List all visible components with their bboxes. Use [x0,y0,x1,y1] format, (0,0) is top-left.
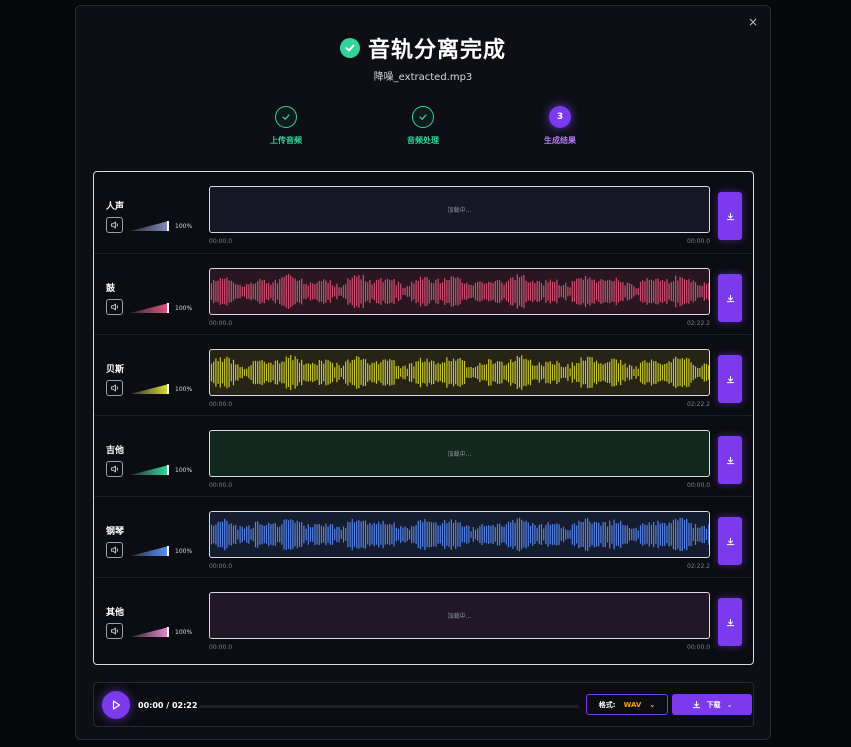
volume-value: 100% [175,629,193,636]
waveform[interactable] [209,511,710,558]
waveform[interactable] [209,268,710,315]
volume-slider[interactable] [130,465,170,475]
speaker-icon[interactable] [106,380,123,396]
download-track-button[interactable] [718,355,742,403]
speaker-icon[interactable] [106,461,123,477]
step-label: 上传音频 [270,136,302,145]
track-start-time: 00:00.0 [209,482,233,489]
track-start-time: 00:00.0 [209,563,233,570]
track-end-time: 00:00.0 [687,482,711,489]
volume-slider[interactable] [130,627,170,637]
download-icon [726,212,734,220]
step-label: 生成结果 [544,136,576,145]
check-icon [275,106,297,128]
waveform[interactable]: 加载中... [209,592,710,639]
track-name: 吉他 [106,446,125,456]
track-end-time: 02:22.2 [687,320,711,327]
playback-time: 00:00 / 02:22 [138,701,198,710]
volume-value: 100% [175,223,193,230]
download-label: 下载 [706,700,721,709]
format-value: WAV [623,700,642,709]
speaker-icon[interactable] [106,217,123,233]
chevron-down-icon: ⌄ [649,700,656,709]
step-process: 音频处理 [383,106,463,146]
waveform[interactable]: 加载中... [209,186,710,233]
track-row: 人声 100% 加载中... 00:00.0 00:00.0 [94,172,753,253]
file-name: 降噪_extracted.mp3 [373,72,473,83]
track-name: 其他 [106,608,125,618]
track-end-time: 00:00.0 [687,644,711,651]
track-list: 人声 100% 加载中... 00:00.0 00:00.0 鼓 100% 00:00.0 02… [93,171,754,665]
track-end-time: 00:00.0 [687,238,711,245]
track-start-time: 00:00.0 [209,238,233,245]
loading-text: 加载中... [447,451,472,458]
download-all-button[interactable]: 下载 ⌄ [672,694,752,715]
format-label: 格式: [598,700,616,709]
loading-text: 加载中... [447,207,472,214]
volume-value: 100% [175,467,193,474]
download-icon [692,700,700,709]
track-end-time: 02:22.2 [687,563,711,570]
download-track-button[interactable] [718,436,742,484]
close-icon[interactable]: × [746,15,760,29]
track-row: 贝斯 100% 00:00.0 02:22.2 [94,334,753,415]
download-icon [726,537,734,545]
chevron-down-icon: ⌄ [726,700,733,709]
track-start-time: 00:00.0 [209,320,233,327]
waveform-bars [210,274,709,309]
result-modal: × 音轨分离完成 降噪_extracted.mp3 上传音频 音频处理 3 生成… [75,5,771,740]
step-result: 3 生成结果 [520,106,600,146]
download-track-button[interactable] [718,274,742,322]
track-row: 鼓 100% 00:00.0 02:22.2 [94,253,753,334]
play-icon [112,700,121,710]
waveform[interactable]: 加载中... [209,430,710,477]
track-row: 吉他 100% 加载中... 00:00.0 00:00.0 [94,415,753,496]
volume-slider[interactable] [130,546,170,556]
volume-value: 100% [175,386,193,393]
download-track-button[interactable] [718,517,742,565]
track-row: 其他 100% 加载中... 00:00.0 00:00.0 [94,577,753,658]
track-name: 人声 [106,202,125,212]
volume-value: 100% [175,305,193,312]
play-button[interactable] [102,691,130,719]
waveform-bars [210,355,709,390]
track-name: 贝斯 [106,365,125,375]
download-track-button[interactable] [718,192,742,240]
step-number: 3 [549,106,571,128]
track-name: 鼓 [106,284,116,294]
track-row: 钢琴 100% 00:00.0 02:22.2 [94,496,753,577]
volume-slider[interactable] [130,221,170,231]
volume-slider[interactable] [130,303,170,313]
success-check-icon [339,38,360,58]
speaker-icon[interactable] [106,623,123,639]
loading-text: 加载中... [447,613,472,620]
volume-value: 100% [175,548,193,555]
waveform-bars [210,517,709,552]
track-start-time: 00:00.0 [209,644,233,651]
volume-slider[interactable] [130,384,170,394]
download-icon [726,294,734,302]
track-start-time: 00:00.0 [209,401,233,408]
step-upload: 上传音频 [246,106,326,146]
check-icon [412,106,434,128]
format-select[interactable]: 格式: WAV ⌄ [586,694,668,715]
player-bar: 00:00 / 02:22 格式: WAV ⌄ 下载 ⌄ [93,682,754,727]
waveform[interactable] [209,349,710,396]
download-icon [726,375,734,383]
download-icon [726,456,734,464]
track-name: 钢琴 [106,527,125,537]
title-row: 音轨分离完成 [76,32,770,64]
download-track-button[interactable] [718,598,742,646]
speaker-icon[interactable] [106,299,123,315]
page-title: 音轨分离完成 [367,38,506,63]
track-end-time: 02:22.2 [687,401,711,408]
step-label: 音频处理 [407,136,439,145]
playback-progress-bar[interactable] [199,705,579,708]
speaker-icon[interactable] [106,542,123,558]
download-icon [726,618,734,626]
